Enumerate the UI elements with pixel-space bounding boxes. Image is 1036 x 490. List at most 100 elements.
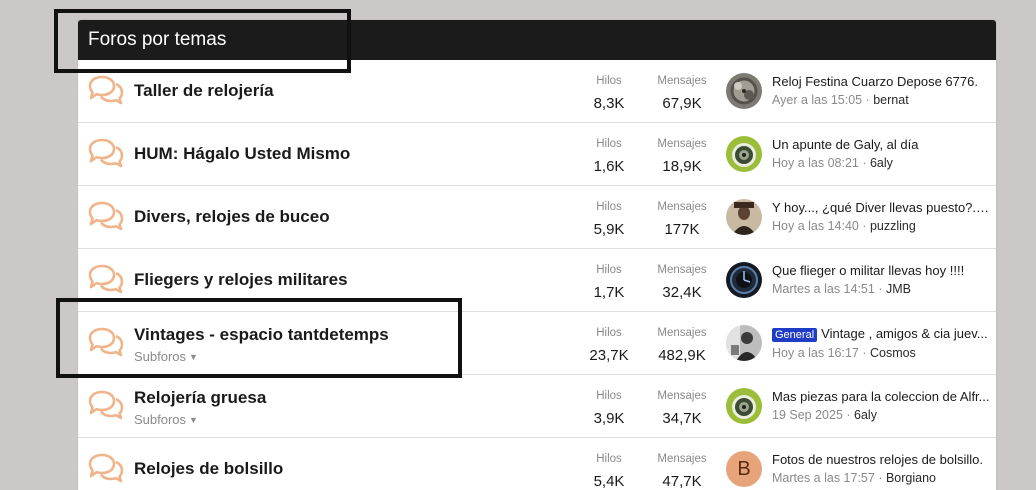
latest-post: Que flieger o militar llevas hoy !!!! Mar… — [772, 263, 965, 296]
latest-user-link[interactable]: 6aly — [870, 156, 893, 170]
latest-user-link[interactable]: 6aly — [854, 408, 877, 422]
messages-label: Mensajes — [657, 75, 707, 87]
forum-bubble-icon — [86, 263, 126, 295]
threads-stat: Hilos 8,3K — [576, 75, 642, 112]
forum-category-panel: Foros por temas Taller de relojería Hilos… — [78, 20, 996, 490]
latest-thread-link[interactable]: Fotos de nuestros relojes de bolsillo. — [772, 452, 983, 467]
threads-label: Hilos — [596, 453, 622, 465]
messages-stat: Mensajes 32,4K — [648, 264, 716, 301]
forum-title-link[interactable]: Divers, relojes de buceo — [134, 207, 330, 227]
latest-post: General Vintage , amigos & cia juev... Hoy… — [772, 326, 988, 360]
avatar[interactable] — [726, 325, 762, 361]
threads-stat: Hilos 3,9K — [576, 390, 642, 427]
messages-count: 32,4K — [662, 284, 702, 301]
avatar-letter: B — [726, 451, 762, 487]
avatar[interactable] — [726, 388, 762, 424]
forum-title-link[interactable]: Relojería gruesa — [134, 388, 266, 408]
latest-user-link[interactable]: Cosmos — [870, 346, 916, 360]
threads-stat: Hilos 1,7K — [576, 264, 642, 301]
threads-label: Hilos — [596, 138, 622, 150]
forum-list: Taller de relojería Hilos 8,3K Mensajes 67,9… — [78, 60, 996, 490]
avatar[interactable] — [726, 262, 762, 298]
threads-stat: Hilos 1,6K — [576, 138, 642, 175]
latest-time[interactable]: Hoy a las 14:40 — [772, 219, 859, 233]
latest-time[interactable]: Ayer a las 15:05 — [772, 93, 862, 107]
messages-label: Mensajes — [657, 264, 707, 276]
messages-stat: Mensajes 47,7K — [648, 453, 716, 490]
forum-row: Relojes de bolsillo Hilos 5,4K Mensajes 47,7… — [78, 438, 996, 490]
latest-time[interactable]: Hoy a las 08:21 — [772, 156, 859, 170]
latest-user-link[interactable]: JMB — [886, 282, 911, 296]
messages-count: 34,7K — [662, 410, 702, 427]
avatar[interactable] — [726, 199, 762, 235]
threads-stat: Hilos 5,4K — [576, 453, 642, 490]
messages-stat: Mensajes 177K — [648, 201, 716, 238]
avatar[interactable] — [726, 136, 762, 172]
forum-title-link[interactable]: Taller de relojería — [134, 81, 274, 101]
messages-label: Mensajes — [657, 390, 707, 402]
highlight-box-header — [54, 9, 351, 73]
messages-count: 47,7K — [662, 473, 702, 490]
messages-label: Mensajes — [657, 201, 707, 213]
forum-bubble-icon — [86, 389, 126, 421]
threads-count: 1,7K — [593, 284, 625, 301]
forum-bubble-icon — [86, 452, 126, 484]
forum-row: Divers, relojes de buceo Hilos 5,9K Mensaje… — [78, 186, 996, 249]
messages-stat: Mensajes 482,9K — [648, 327, 716, 364]
avatar[interactable]: B — [726, 451, 762, 487]
forum-bubble-icon — [86, 74, 126, 106]
latest-user-link[interactable]: puzzling — [870, 219, 916, 233]
forum-row: HUM: Hágalo Usted Mismo Hilos 1,6K Mensajes… — [78, 123, 996, 186]
threads-count: 5,9K — [593, 221, 625, 238]
messages-count: 177K — [664, 221, 700, 238]
messages-count: 482,9K — [658, 347, 706, 364]
latest-post: Un apunte de Galy, al día Hoy a las 08:21… — [772, 137, 919, 170]
threads-count: 8,3K — [593, 95, 625, 112]
latest-thread-link[interactable]: Y hoy..., ¿qué Diver llevas puesto?. (..… — [772, 200, 990, 215]
threads-label: Hilos — [596, 264, 622, 276]
prefix-badge[interactable]: General — [772, 328, 818, 342]
latest-thread-link[interactable]: Mas piezas para la coleccion de Alfr... — [772, 389, 990, 404]
latest-thread-link[interactable]: Vintage , amigos & cia juev... — [821, 326, 987, 341]
messages-label: Mensajes — [657, 327, 707, 339]
forum-bubble-icon — [86, 137, 126, 169]
avatar[interactable] — [726, 73, 762, 109]
latest-post: Y hoy..., ¿qué Diver llevas puesto?. (..… — [772, 200, 990, 233]
latest-post: Reloj Festina Cuarzo Depose 6776. Ayer a … — [772, 74, 978, 107]
threads-label: Hilos — [596, 390, 622, 402]
latest-post: Fotos de nuestros relojes de bolsillo. Ma… — [772, 452, 984, 485]
threads-count: 5,4K — [593, 473, 625, 490]
threads-stat: Hilos 23,7K — [576, 327, 642, 364]
latest-time[interactable]: Martes a las 14:51 — [772, 282, 875, 296]
messages-stat: Mensajes 34,7K — [648, 390, 716, 427]
forum-title-link[interactable]: HUM: Hágalo Usted Mismo — [134, 144, 350, 164]
forum-bubble-icon — [86, 200, 126, 232]
latest-time[interactable]: Hoy a las 16:17 — [772, 346, 859, 360]
threads-count: 1,6K — [593, 158, 625, 175]
messages-count: 67,9K — [662, 95, 702, 112]
messages-stat: Mensajes 18,9K — [648, 138, 716, 175]
latest-post: Mas piezas para la coleccion de Alfr... 1… — [772, 389, 990, 422]
subforums-dropdown[interactable]: Subforos ▼ — [134, 412, 198, 427]
messages-stat: Mensajes 67,9K — [648, 75, 716, 112]
threads-count: 23,7K — [589, 347, 629, 364]
messages-label: Mensajes — [657, 453, 707, 465]
messages-label: Mensajes — [657, 138, 707, 150]
latest-thread-link[interactable]: Que flieger o militar llevas hoy !!!! — [772, 263, 964, 278]
threads-stat: Hilos 5,9K — [576, 201, 642, 238]
highlight-box-vintages — [56, 298, 462, 378]
threads-count: 3,9K — [593, 410, 625, 427]
caret-down-icon: ▼ — [189, 415, 198, 425]
latest-thread-link[interactable]: Reloj Festina Cuarzo Depose 6776. — [772, 74, 978, 89]
latest-thread-link[interactable]: Un apunte de Galy, al día — [772, 137, 918, 152]
forum-row: Relojería gruesa Subforos ▼ Hilos 3,9K Mensaj… — [78, 375, 996, 438]
threads-label: Hilos — [596, 75, 622, 87]
threads-label: Hilos — [596, 201, 622, 213]
messages-count: 18,9K — [662, 158, 702, 175]
threads-label: Hilos — [596, 327, 622, 339]
forum-title-link[interactable]: Fliegers y relojes militares — [134, 270, 348, 290]
forum-title-link[interactable]: Relojes de bolsillo — [134, 459, 283, 479]
latest-time[interactable]: 19 Sep 2025 — [772, 408, 843, 422]
subforums-label: Subforos — [134, 412, 187, 427]
latest-user-link[interactable]: bernat — [873, 93, 908, 107]
